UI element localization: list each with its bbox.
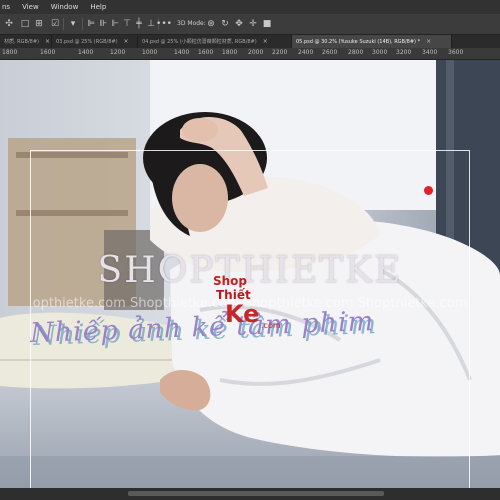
document-tab-active[interactable]: 05.psd @ 30.2% (Yusuke Suzuki (14B), RGB… bbox=[292, 35, 452, 48]
align-left-icon[interactable]: ⊫ bbox=[86, 19, 96, 29]
checkbox-icon[interactable]: □ bbox=[20, 19, 30, 29]
ruler-tick: 2200 bbox=[272, 49, 288, 56]
align-center-h-icon[interactable]: ⊪ bbox=[98, 19, 108, 29]
horizontal-scrollbar-thumb[interactable] bbox=[128, 491, 384, 496]
transform-icon[interactable]: ⊞ bbox=[34, 19, 44, 29]
ruler-tick: 1000 bbox=[142, 49, 158, 56]
horizontal-ruler[interactable]: 1800 1600 1400 1200 1000 1400 1600 1800 … bbox=[0, 48, 500, 60]
divider bbox=[63, 18, 64, 30]
shopthietke-logo: Shop Thiết Ke .com bbox=[213, 274, 293, 344]
ruler-tick: 2400 bbox=[298, 49, 314, 56]
3d-camera-icon[interactable]: ■ bbox=[262, 19, 272, 29]
align-right-icon[interactable]: ⊩ bbox=[110, 19, 120, 29]
close-icon[interactable]: × bbox=[45, 38, 50, 45]
tab-label: 03.psd @ 25% (RGB/8#) bbox=[56, 38, 118, 45]
ruler-tick: 2000 bbox=[248, 49, 264, 56]
ruler-tick: 1200 bbox=[110, 49, 126, 56]
ruler-tick: 1800 bbox=[222, 49, 238, 56]
align-middle-icon[interactable]: ╪ bbox=[134, 19, 144, 29]
menu-item-window[interactable]: Window bbox=[51, 3, 79, 11]
options-bar: ✣ □ ⊞ ☑ ▾ ⊫ ⊪ ⊩ ⊤ ╪ ⊥ ••• 3D Mode: ⊛ ↻ ✥… bbox=[0, 14, 500, 35]
logo-line: .com bbox=[261, 321, 281, 330]
3d-drag-icon[interactable]: ✥ bbox=[234, 19, 244, 29]
ruler-tick: 3200 bbox=[396, 49, 412, 56]
dropdown-icon[interactable]: ▾ bbox=[68, 19, 78, 29]
ruler-tick: 1400 bbox=[174, 49, 190, 56]
align-top-icon[interactable]: ⊤ bbox=[122, 19, 132, 29]
checkbox-icon[interactable]: ☑ bbox=[50, 19, 60, 29]
red-dot-accent bbox=[424, 186, 433, 195]
ruler-tick: 2600 bbox=[322, 49, 338, 56]
document-tab[interactable]: 04.psd @ 25% (小颗粒仿蔷薇颗粒材质, RGB/8#) × bbox=[138, 35, 292, 48]
ruler-tick: 2800 bbox=[348, 49, 364, 56]
tab-label: 05.psd @ 30.2% (Yusuke Suzuki (14B), RGB… bbox=[296, 38, 421, 45]
tab-label: 材质, RGB/8#) bbox=[4, 39, 39, 45]
document-tab-bar: 材质, RGB/8#) × 03.psd @ 25% (RGB/8#) × 04.p… bbox=[0, 35, 500, 48]
ruler-tick: 1800 bbox=[2, 49, 18, 56]
ruler-tick: 1400 bbox=[78, 49, 94, 56]
document-tab[interactable]: 材质, RGB/8#) × bbox=[0, 35, 52, 48]
logo-line: Shop bbox=[213, 274, 248, 288]
3d-slide-icon[interactable]: ✛ bbox=[248, 19, 258, 29]
align-bottom-icon[interactable]: ⊥ bbox=[146, 19, 156, 29]
logo-line: Ke bbox=[225, 300, 260, 328]
tab-label: 04.psd @ 25% (小颗粒仿蔷薇颗粒材质, RGB/8#) bbox=[142, 39, 257, 45]
menu-item-partial[interactable]: ns bbox=[2, 3, 10, 11]
close-icon[interactable]: × bbox=[426, 38, 431, 45]
ruler-tick: 1600 bbox=[198, 49, 214, 56]
divider bbox=[82, 18, 83, 30]
ruler-tick: 1600 bbox=[40, 49, 56, 56]
document-tab[interactable]: 03.psd @ 25% (RGB/8#) × bbox=[52, 35, 138, 48]
3d-roll-icon[interactable]: ↻ bbox=[220, 19, 230, 29]
document-canvas[interactable]: SHOPTHIETKE opthietke.com Shopthietke.co… bbox=[0, 60, 500, 488]
ruler-tick: 3600 bbox=[448, 49, 464, 56]
close-icon[interactable]: × bbox=[263, 38, 268, 45]
3d-mode-label: 3D Mode: bbox=[177, 20, 206, 27]
menu-item-help[interactable]: Help bbox=[90, 3, 106, 11]
ruler-tick: 3000 bbox=[372, 49, 388, 56]
menu-item-view[interactable]: View bbox=[22, 3, 39, 11]
menu-bar: ns View Window Help bbox=[0, 0, 500, 14]
move-tool-icon[interactable]: ✣ bbox=[4, 19, 14, 29]
more-options-icon[interactable]: ••• bbox=[156, 19, 172, 29]
close-icon[interactable]: × bbox=[124, 38, 129, 45]
ruler-tick: 3400 bbox=[422, 49, 438, 56]
3d-orbit-icon[interactable]: ⊛ bbox=[206, 19, 216, 29]
